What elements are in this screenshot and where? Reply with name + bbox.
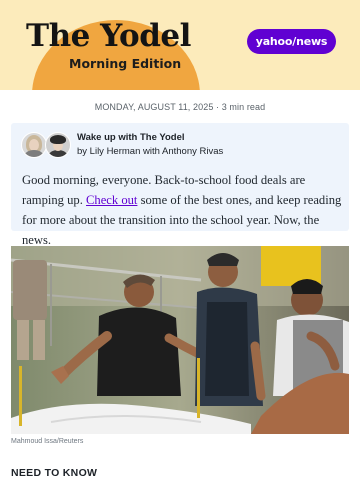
dateline: MONDAY, AUGUST 11, 2025 · 3 min read: [94, 102, 266, 112]
intro-card: Wake up with The Yodel by Lily Herman wi…: [11, 123, 349, 247]
photo-credit: Mahmoud Issa/Reuters: [11, 438, 84, 445]
section-heading-need-to-know: NEED TO KNOW: [11, 467, 98, 479]
newsletter-title: The Yodel: [26, 18, 191, 54]
intro-title: Wake up with The Yodel: [77, 132, 185, 143]
intro-body: Good morning, everyone. Back-to-school f…: [22, 170, 344, 250]
author-avatar-lily: [21, 132, 47, 158]
newsletter-edition: Morning Edition: [69, 56, 182, 71]
author-avatar-anthony: [45, 132, 71, 158]
news-photo-image: [11, 246, 349, 434]
masthead: The Yodel Morning Edition yahoo/news: [0, 0, 360, 90]
yahoo-news-logo-button[interactable]: yahoo/news: [247, 29, 336, 54]
check-out-link[interactable]: Check out: [86, 193, 137, 207]
news-photo[interactable]: [11, 246, 349, 434]
intro-byline: by Lily Herman with Anthony Rivas: [77, 146, 224, 157]
